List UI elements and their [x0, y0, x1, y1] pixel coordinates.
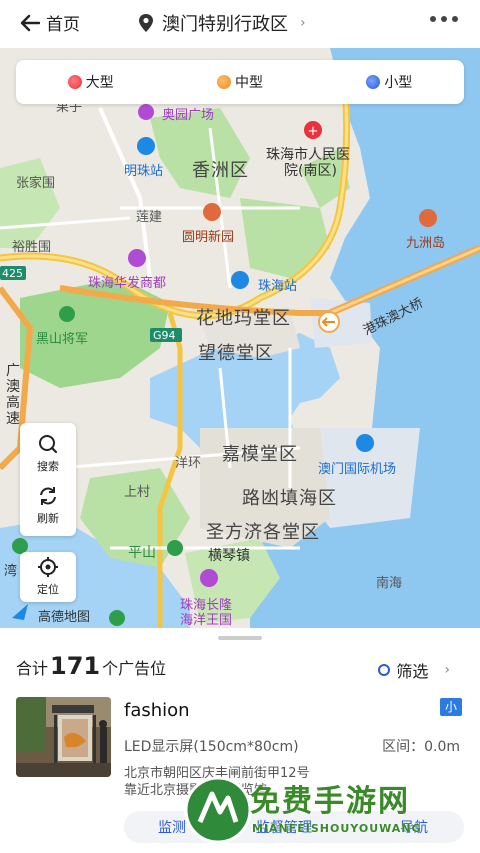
map-label-jiamo: 嘉模堂区: [222, 444, 298, 465]
refresh-icon: [40, 487, 56, 505]
map-label-yuanming: 圆明新园: [182, 230, 235, 245]
more-menu-button[interactable]: [430, 16, 458, 22]
size-badge: 小: [440, 698, 462, 716]
dot: [441, 16, 447, 22]
road-shield-g94: G94: [153, 329, 176, 342]
map-label-yanghuan: 洋环: [175, 456, 202, 471]
map-label-zhuhai-station: 珠海站: [258, 279, 298, 294]
total-count: 合计 171 个广告位: [16, 652, 166, 680]
filter-ring-icon: [378, 664, 391, 676]
map-label-luhuan: 路凼填海区: [242, 488, 337, 509]
legend-label-small: 小型: [384, 75, 413, 91]
map-pin-icon: [139, 14, 153, 32]
search-icon: [39, 435, 58, 454]
filter-button[interactable]: 筛选 ›: [378, 658, 450, 682]
site-watermark: 免费手游网 MIANFEISHOUYOUWANG: [180, 768, 480, 853]
map-label-shangcun: 上村: [124, 485, 151, 500]
medium-marker-icon: [216, 75, 231, 89]
location-name: 澳门特别行政区: [162, 14, 288, 35]
large-marker-icon: [67, 75, 82, 89]
drag-handle[interactable]: [218, 636, 262, 640]
map-label-zhangjiawei: 张家围: [16, 176, 56, 191]
total-number: 171: [50, 652, 101, 680]
map-label-lianjian: 莲建: [136, 210, 163, 225]
legend-label-medium: 中型: [234, 75, 263, 91]
map-label-jiuzhou: 九洲岛: [406, 236, 446, 251]
watermark-logo-icon: [184, 776, 252, 844]
map-attribution-gaode: 高德地图: [38, 610, 91, 625]
arrow-left-icon: [20, 14, 40, 31]
watermark-title: 免费手游网: [250, 784, 410, 819]
map-label-wan: 湾: [4, 564, 18, 579]
map-view[interactable]: + 果子 奥园广场 珠海市人民医 院(南区) 香洲区 明珠站 张家围 莲建 圆明…: [0, 48, 480, 628]
legend-item-large[interactable]: 大型: [67, 72, 114, 92]
chevron-right-icon: ›: [300, 15, 306, 31]
back-label: 首页: [46, 15, 80, 35]
map-label-yushengwei: 裕胜围: [12, 240, 52, 255]
map-label-airport: 澳门国际机场: [318, 462, 397, 477]
map-label-heishanjiangjun: 黑山将军: [36, 332, 89, 347]
refresh-tool-button[interactable]: 刷新: [20, 485, 76, 526]
map-label-shengfangji: 圣方济各堂区: [206, 522, 320, 543]
total-prefix: 合计: [16, 659, 49, 678]
map-tools: 搜索 刷新: [20, 423, 76, 536]
crosshair-icon: [38, 557, 58, 577]
legend-item-medium[interactable]: 中型: [216, 72, 263, 92]
top-bar: 首页 澳门特别行政区 ›: [0, 0, 480, 48]
watermark-subtitle: MIANFEISHOUYOUWANG: [252, 822, 422, 835]
map-label-huafa: 珠海华发商都: [88, 276, 167, 291]
map-label-aoyuan: 奥园广场: [162, 108, 215, 123]
size-legend: 大型 中型 小型: [16, 60, 464, 104]
search-tool-label: 搜索: [37, 460, 59, 473]
bus-shelter-image: [16, 697, 111, 777]
legend-item-small[interactable]: 小型: [366, 72, 412, 92]
map-label-hospital-2: 院(南区): [284, 163, 337, 179]
ad-title[interactable]: fashion: [124, 700, 190, 721]
back-button[interactable]: 首页: [20, 10, 80, 35]
chevron-right-icon: ›: [444, 662, 450, 678]
total-suffix: 个广告位: [102, 659, 167, 678]
search-tool-button[interactable]: 搜索: [20, 433, 76, 474]
map-label-nanhai: 南海: [376, 576, 403, 591]
small-marker-icon: [366, 75, 381, 89]
map-label-hengqin: 横琴镇: [208, 548, 250, 564]
map-label-wangde: 望德堂区: [198, 343, 274, 364]
dot: [452, 16, 458, 22]
refresh-tool-label: 刷新: [37, 512, 59, 525]
location-selector[interactable]: 澳门特别行政区 ›: [138, 10, 306, 36]
filter-label: 筛选: [396, 662, 429, 681]
ad-interval: 区间：0.0m: [382, 739, 460, 755]
ad-photo[interactable]: [16, 697, 111, 777]
map-label-changlong-2: 海洋王国: [180, 613, 233, 628]
map-label-huadima: 花地玛堂区: [196, 308, 291, 329]
road-shield-425: 425: [2, 267, 23, 280]
svg-text:+: +: [308, 124, 319, 139]
ad-spec: LED显示屏(150cm*80cm): [124, 739, 299, 755]
dot: [430, 16, 436, 22]
map-label-xiangzhou: 香洲区: [192, 160, 249, 181]
map-label-mingzhu: 明珠站: [124, 164, 164, 179]
locate-label: 定位: [37, 583, 59, 596]
locate-button[interactable]: 定位: [20, 552, 76, 602]
map-label-guangao-4: 速: [6, 411, 20, 427]
legend-label-large: 大型: [85, 75, 114, 91]
map-label-pingshan: 平山: [128, 545, 156, 561]
